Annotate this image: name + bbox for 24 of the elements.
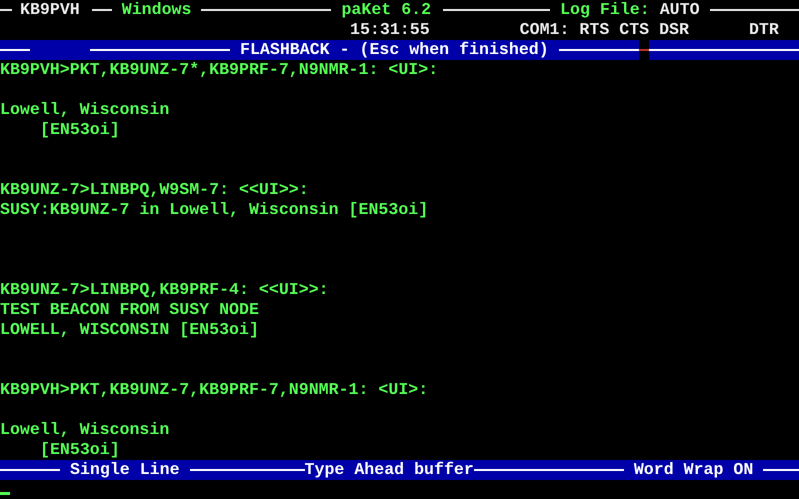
terminal-line: TEST BEACON FROM SUSY NODE bbox=[0, 300, 259, 319]
port-status-text: COM1: RTS CTS DSR bbox=[520, 20, 689, 40]
text-cursor-icon bbox=[0, 492, 10, 495]
terminal-line: Lowell, Wisconsin bbox=[0, 100, 170, 119]
flashback-title: FLASHBACK - (Esc when finished) bbox=[240, 40, 549, 60]
terminal-line: KB9UNZ-7>LINBPQ,W9SM-7: <<UI>>: bbox=[0, 180, 309, 199]
terminal-line: Lowell, Wisconsin bbox=[0, 420, 170, 439]
word-wrap-text: Word Wrap ON bbox=[634, 460, 754, 480]
dtr-status-text: DTR bbox=[748, 20, 779, 40]
callsign-text: KB9PVH bbox=[20, 0, 80, 20]
terminal-line: KB9PVH>PKT,KB9UNZ-7*,KB9PRF-7,N9NMR-1: <UI>: bbox=[0, 60, 438, 79]
terminal-line: SUSY:KB9UNZ-7 in Lowell, Wisconsin [EN53oi] bbox=[0, 200, 428, 219]
log-file-label: Log File: bbox=[560, 0, 650, 20]
terminal-line: [EN53oi] bbox=[40, 440, 120, 459]
program-title: paKet 6.2 bbox=[341, 0, 432, 20]
terminal-line: KB9UNZ-7>LINBPQ,KB9PRF-4: <<UI>>: bbox=[0, 280, 329, 299]
log-file-value: AUTO bbox=[660, 0, 700, 20]
terminal-line: LOWELL, WISCONSIN [EN53oi] bbox=[0, 320, 259, 339]
mode-text: Windows bbox=[122, 0, 192, 20]
terminal-line: KB9PVH>PKT,KB9UNZ-7,KB9PRF-7,N9NMR-1: <UI>: bbox=[0, 380, 428, 399]
line-mode-text: Single Line bbox=[70, 460, 180, 480]
clock-text: 15:31:55 bbox=[350, 20, 430, 40]
terminal-line: [EN53oi] bbox=[40, 120, 120, 139]
buffer-mode-text: Type Ahead buffer bbox=[304, 460, 474, 480]
